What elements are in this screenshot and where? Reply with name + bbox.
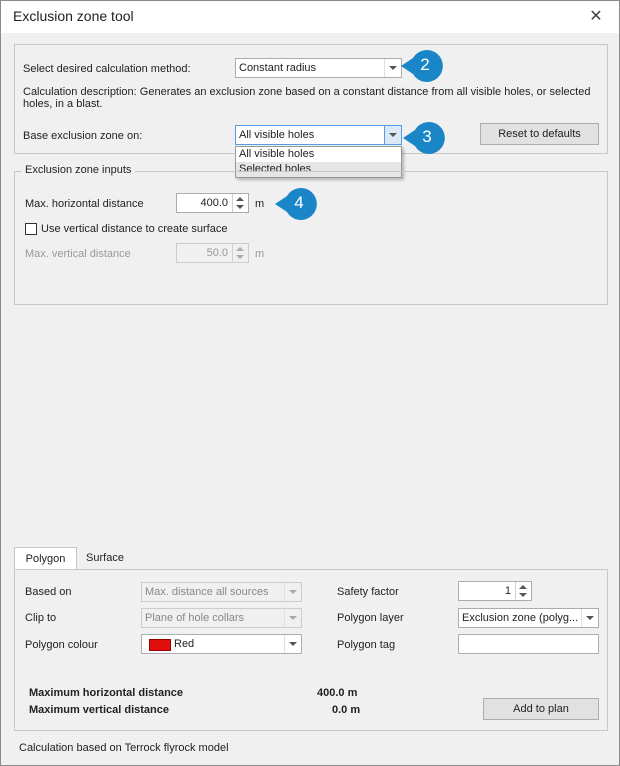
method-description: Calculation description: Generates an ex…	[23, 86, 591, 110]
stepper-buttons[interactable]	[232, 194, 248, 212]
base-label: Base exclusion zone on:	[23, 130, 143, 142]
polygon-layer-value: Exclusion zone (polyg...	[462, 612, 579, 624]
safety-factor-value: 1	[504, 585, 511, 597]
callout-3: 3	[403, 121, 445, 155]
chevron-down-icon[interactable]	[284, 635, 301, 653]
max-vertical-stepper[interactable]: 50.0	[176, 243, 249, 263]
result-max-vertical-value: 0.0 m	[332, 704, 361, 716]
based-on-value: Max. distance all sources	[145, 586, 269, 598]
chevron-down-icon[interactable]	[384, 126, 401, 144]
base-option-all-visible[interactable]: All visible holes	[236, 147, 401, 162]
polygon-layer-label: Polygon layer	[337, 612, 404, 624]
chevron-down-icon[interactable]	[284, 609, 301, 627]
clip-to-value: Plane of hole collars	[145, 612, 245, 624]
footer-note: Calculation based on Terrock flyrock mod…	[19, 742, 229, 754]
close-icon[interactable]: ✕	[587, 6, 605, 26]
safety-factor-label: Safety factor	[337, 586, 399, 598]
stepper-buttons[interactable]	[232, 244, 248, 262]
reset-to-defaults-button[interactable]: Reset to defaults	[480, 123, 599, 145]
max-horizontal-stepper[interactable]: 400.0	[176, 193, 249, 213]
exclusion-zone-window: Exclusion zone tool ✕ Select desired cal…	[0, 0, 620, 766]
max-horizontal-value: 400.0	[200, 197, 228, 209]
title-bar: Exclusion zone tool ✕	[1, 1, 619, 33]
use-vertical-checkbox[interactable]	[25, 223, 37, 235]
chevron-down-icon[interactable]	[581, 609, 598, 627]
base-select-value: All visible holes	[239, 129, 315, 141]
polygon-tag-input[interactable]	[458, 634, 599, 654]
clip-to-label: Clip to	[25, 612, 57, 624]
colour-swatch	[149, 639, 171, 651]
window-title: Exclusion zone tool	[13, 8, 134, 24]
chevron-down-icon[interactable]	[384, 59, 401, 77]
stepper-buttons[interactable]	[515, 582, 531, 600]
based-on-label: Based on	[25, 586, 72, 598]
max-vertical-value: 50.0	[206, 247, 228, 259]
clip-to-select[interactable]: Plane of hole collars	[141, 608, 302, 628]
method-select[interactable]: Constant radius	[235, 58, 402, 78]
polygon-colour-select[interactable]: Red	[141, 634, 302, 654]
result-max-vertical-label: Maximum vertical distance	[29, 704, 170, 716]
max-vertical-label: Max. vertical distance	[25, 248, 131, 260]
inputs-group	[14, 171, 608, 305]
base-select[interactable]: All visible holes	[235, 125, 402, 145]
method-label: Select desired calculation method:	[23, 63, 191, 75]
max-horizontal-unit: m	[255, 198, 265, 210]
polygon-layer-select[interactable]: Exclusion zone (polyg...	[458, 608, 599, 628]
polygon-tag-label: Polygon tag	[337, 639, 396, 651]
result-max-horizontal-label: Maximum horizontal distance	[29, 687, 184, 699]
method-select-value: Constant radius	[239, 62, 317, 74]
use-vertical-label: Use vertical distance to create surface	[41, 223, 228, 235]
max-vertical-unit: m	[255, 248, 265, 260]
add-to-plan-button[interactable]: Add to plan	[483, 698, 599, 720]
tab-polygon[interactable]: Polygon	[14, 547, 77, 570]
result-max-horizontal-value: 400.0 m	[317, 687, 358, 699]
inputs-group-caption: Exclusion zone inputs	[21, 164, 136, 176]
polygon-colour-value: Red	[174, 638, 195, 650]
max-horizontal-label: Max. horizontal distance	[25, 198, 144, 210]
safety-factor-stepper[interactable]: 1	[458, 581, 532, 601]
callout-2: 2	[401, 49, 443, 83]
polygon-colour-label: Polygon colour	[25, 639, 98, 651]
tab-surface[interactable]: Surface	[79, 547, 131, 569]
based-on-select[interactable]: Max. distance all sources	[141, 582, 302, 602]
chevron-down-icon[interactable]	[284, 583, 301, 601]
